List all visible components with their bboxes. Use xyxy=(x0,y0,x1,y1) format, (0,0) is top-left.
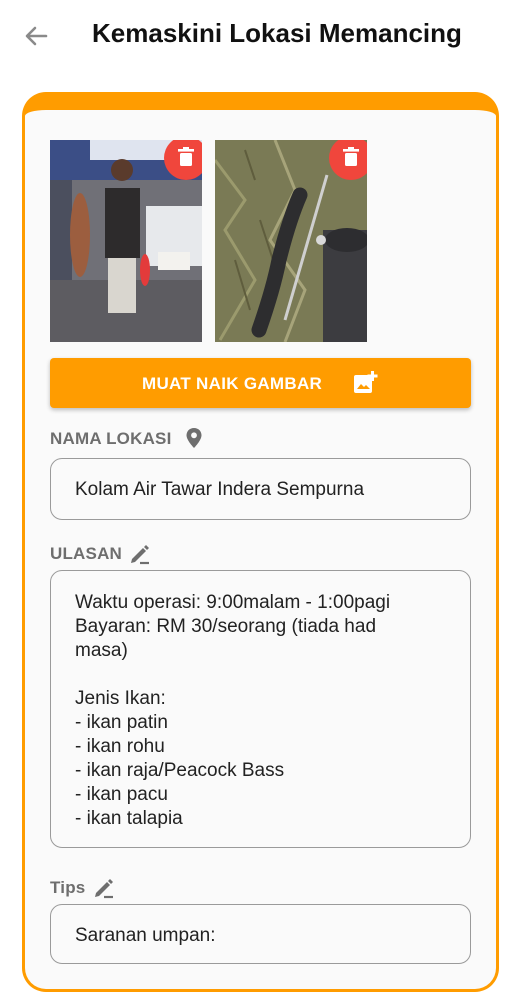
page-title: Kemaskini Lokasi Memancing xyxy=(92,18,462,48)
delete-photo-2-button[interactable] xyxy=(329,140,367,180)
tips-value: Saranan umpan: xyxy=(75,925,216,946)
tips-label: Tips xyxy=(50,878,86,897)
location-pin-icon xyxy=(183,426,205,455)
upload-photo-button[interactable]: MUAT NAIK GAMBAR xyxy=(50,358,471,408)
review-textarea[interactable]: Waktu operasi: 9:00malam - 1:00pagi Baya… xyxy=(50,570,471,848)
upload-button-label: MUAT NAIK GAMBAR xyxy=(142,374,323,393)
edit-pencil-icon xyxy=(128,542,152,571)
review-label: ULASAN xyxy=(50,544,123,563)
location-name-field[interactable]: Kolam Air Tawar Indera Sempurna xyxy=(50,458,471,520)
app-bar: Kemaskini Lokasi Memancing xyxy=(0,0,519,72)
tips-textarea[interactable]: Saranan umpan: xyxy=(50,904,471,964)
review-value: Waktu operasi: 9:00malam - 1:00pagi Baya… xyxy=(75,592,391,829)
photo-angler-holding-fish[interactable] xyxy=(50,140,202,342)
photo-catfish-on-grass[interactable] xyxy=(215,140,367,342)
edit-pencil-icon xyxy=(92,876,116,905)
arrow-left-icon[interactable] xyxy=(22,22,50,50)
location-name-value: Kolam Air Tawar Indera Sempurna xyxy=(75,479,365,500)
location-label: NAMA LOKASI xyxy=(50,429,172,448)
trash-icon xyxy=(178,147,194,166)
add-photo-icon xyxy=(352,370,378,396)
trash-icon xyxy=(343,147,359,166)
delete-photo-1-button[interactable] xyxy=(164,140,202,180)
